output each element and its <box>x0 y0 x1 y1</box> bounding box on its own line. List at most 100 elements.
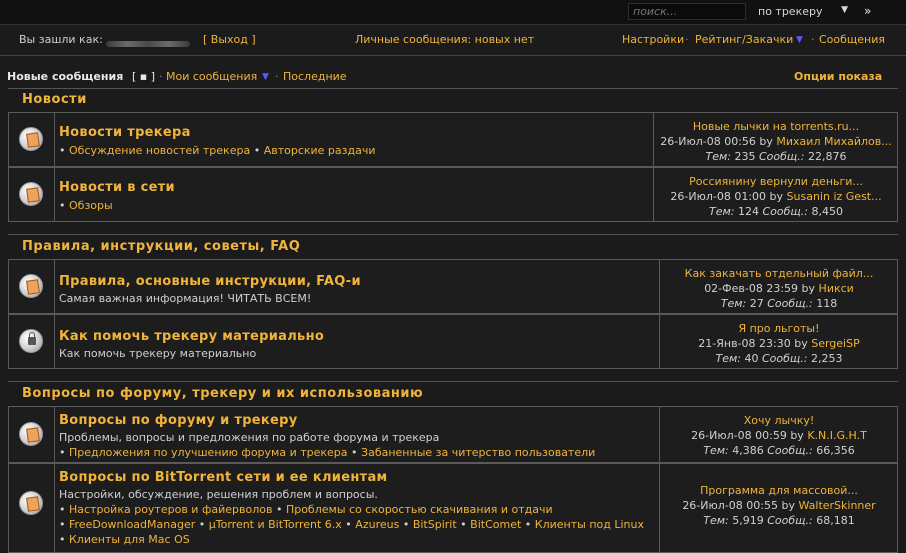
last-post-title[interactable]: Программа для массовой... <box>660 484 898 497</box>
topics-label: Тем: <box>705 150 732 163</box>
last-post-user[interactable]: Никси <box>819 282 854 295</box>
topics-count: 124 <box>738 205 759 218</box>
posts-count: 66,356 <box>816 444 855 457</box>
by-label: by <box>790 429 804 442</box>
forum-title[interactable]: Вопросы по BitTorrent сети и ее клиентам <box>59 470 649 485</box>
posts-count: 118 <box>816 297 838 310</box>
posts-label: Сообщ.: <box>762 352 808 365</box>
search-go-button[interactable]: » <box>864 4 880 18</box>
forum-read-icon <box>19 491 43 515</box>
divider <box>8 88 898 89</box>
logout-link[interactable]: [ Выход ] <box>203 33 256 46</box>
latest-link[interactable]: Последние <box>283 70 347 83</box>
user-bar: Вы зашли как: [ Выход ] Личные сообщения… <box>0 25 906 56</box>
forum-row: Правила, основные инструкции, FAQ-и Сама… <box>8 259 898 314</box>
subforum-link[interactable]: Авторские раздачи <box>264 144 376 157</box>
last-post-cell: Россиянину вернули деньги... 26-Июл-08 0… <box>653 168 898 221</box>
separator: · <box>811 33 815 46</box>
messages-link[interactable]: Сообщения <box>819 33 885 46</box>
search-bar: по трекеру ▼ » <box>0 0 906 25</box>
forum-row: Новости трекера • Обсуждение новостей тр… <box>8 112 898 167</box>
last-post-cell: Новые лычки на torrents.ru... 26-Июл-08 … <box>653 113 898 166</box>
forum-title[interactable]: Как помочь трекеру материально <box>59 329 324 344</box>
forum-description: Самая важная информация! ЧИТАТЬ ВСЕМ! <box>59 292 312 305</box>
subforum-link[interactable]: Клиенты для Mac OS <box>69 533 190 546</box>
posts-label: Сообщ.: <box>759 150 805 163</box>
topics-label: Тем: <box>720 297 747 310</box>
last-post-title[interactable]: Россиянину вернули деньги... <box>654 175 898 188</box>
category-title[interactable]: Вопросы по форуму, трекеру и их использо… <box>22 386 423 401</box>
category-title[interactable]: Новости <box>22 92 87 107</box>
forum-icon-cell <box>9 407 55 462</box>
by-label: by <box>759 135 773 148</box>
forum-description: Как помочь трекеру материально <box>59 347 257 360</box>
subforum-link[interactable]: Azureus <box>355 518 399 531</box>
subforum-link[interactable]: FreeDownloadManager <box>69 518 195 531</box>
topics-count: 27 <box>749 297 764 310</box>
logged-in-label: Вы зашли как: <box>19 33 103 46</box>
posts-count: 22,876 <box>808 150 847 163</box>
subforum-link[interactable]: Настройка роутеров и файерволов <box>69 503 272 516</box>
display-options-link[interactable]: Опции показа <box>794 70 882 83</box>
topics-count: 4,386 <box>732 444 764 457</box>
subforum-link[interactable]: BitSpirit <box>413 518 457 531</box>
category-title[interactable]: Правила, инструкции, советы, FAQ <box>22 239 300 254</box>
subforum-link[interactable]: Предложения по улучшению форума и трекер… <box>69 446 348 459</box>
last-post-date: 26-Июл-08 01:00 <box>670 190 767 203</box>
subforum-link[interactable]: Клиенты под Linux <box>535 518 644 531</box>
posts-label: Сообщ.: <box>767 444 813 457</box>
private-messages-link[interactable]: Личные сообщения: новых нет <box>355 33 534 46</box>
forum-row: Как помочь трекеру материально Как помоч… <box>8 314 898 369</box>
forum-row: Вопросы по форуму и трекеру Проблемы, во… <box>8 406 898 463</box>
topics-count: 5,919 <box>732 514 764 527</box>
forum-read-icon <box>19 274 43 298</box>
posts-count: 8,450 <box>811 205 844 218</box>
forum-title[interactable]: Вопросы по форуму и трекеру <box>59 413 595 428</box>
settings-link[interactable]: Настройки <box>622 33 684 46</box>
new-posts-icon[interactable]: [ ▪ ] <box>132 70 155 83</box>
forum-read-icon <box>19 182 43 206</box>
last-post-title[interactable]: Как закачать отдельный файл... <box>660 267 898 280</box>
subforum-link[interactable]: Забаненные за читерство пользователи <box>361 446 595 459</box>
subforum-link[interactable]: Обсуждение новостей трекера <box>69 144 250 157</box>
separator: · <box>159 70 163 83</box>
search-input[interactable] <box>628 3 746 20</box>
chevron-down-icon[interactable]: ▼ <box>262 72 269 82</box>
by-label: by <box>769 190 784 203</box>
new-posts-link[interactable]: Новые сообщения <box>7 70 123 83</box>
last-post-user[interactable]: SergeiSP <box>811 337 860 350</box>
forum-row: Вопросы по BitTorrent сети и ее клиентам… <box>8 463 898 553</box>
username-blurred <box>106 41 190 47</box>
forum-index-page: по трекеру ▼ » Вы зашли как: [ Выход ] Л… <box>0 0 906 553</box>
separator: · <box>685 33 689 46</box>
posts-label: Сообщ.: <box>762 205 809 218</box>
forum-title[interactable]: Новости трекера <box>59 125 376 140</box>
forum-title[interactable]: Новости в сети <box>59 180 175 195</box>
last-post-title[interactable]: Новые лычки на torrents.ru... <box>654 120 898 133</box>
search-scope-select[interactable]: по трекеру ▼ <box>758 5 854 19</box>
topics-label: Тем: <box>709 205 735 218</box>
last-post-title[interactable]: Я про льготы! <box>660 322 898 335</box>
subforum-list: • Настройка роутеров и файерволов • Проб… <box>59 503 644 546</box>
forum-icon-cell <box>9 168 55 221</box>
topics-label: Тем: <box>703 444 729 457</box>
forum-title[interactable]: Правила, основные инструкции, FAQ-и <box>59 274 361 289</box>
last-post-cell: Хочу лычку! 26-Июл-08 00:59 by K.N.I.G.H… <box>659 407 898 462</box>
my-posts-link[interactable]: Мои сообщения <box>166 70 257 83</box>
last-post-date: 21-Янв-08 23:30 <box>698 337 791 350</box>
by-label: by <box>794 337 808 350</box>
last-post-title[interactable]: Хочу лычку! <box>660 414 898 427</box>
last-post-user[interactable]: K.N.I.G.H.T <box>807 429 867 442</box>
divider <box>8 381 898 382</box>
forum-row: Новости в сети • Обзоры Россиянину верну… <box>8 167 898 222</box>
subforum-link[interactable]: Проблемы со скоростью скачивания и отдач… <box>286 503 553 516</box>
chevron-down-icon[interactable]: ▼ <box>796 35 803 45</box>
last-post-user[interactable]: Михаил Михайлов... <box>776 135 891 148</box>
last-post-user[interactable]: WalterSkinner <box>798 499 875 512</box>
subforum-link[interactable]: BitComet <box>470 518 521 531</box>
subforum-link[interactable]: µTorrent и BitTorrent 6.x <box>209 518 342 531</box>
subforum-list: • Обзоры <box>59 199 113 212</box>
subforum-link[interactable]: Обзоры <box>69 199 113 212</box>
rating-link[interactable]: Рейтинг/Закачки <box>695 33 793 46</box>
last-post-user[interactable]: Susanin iz Gest... <box>787 190 882 203</box>
